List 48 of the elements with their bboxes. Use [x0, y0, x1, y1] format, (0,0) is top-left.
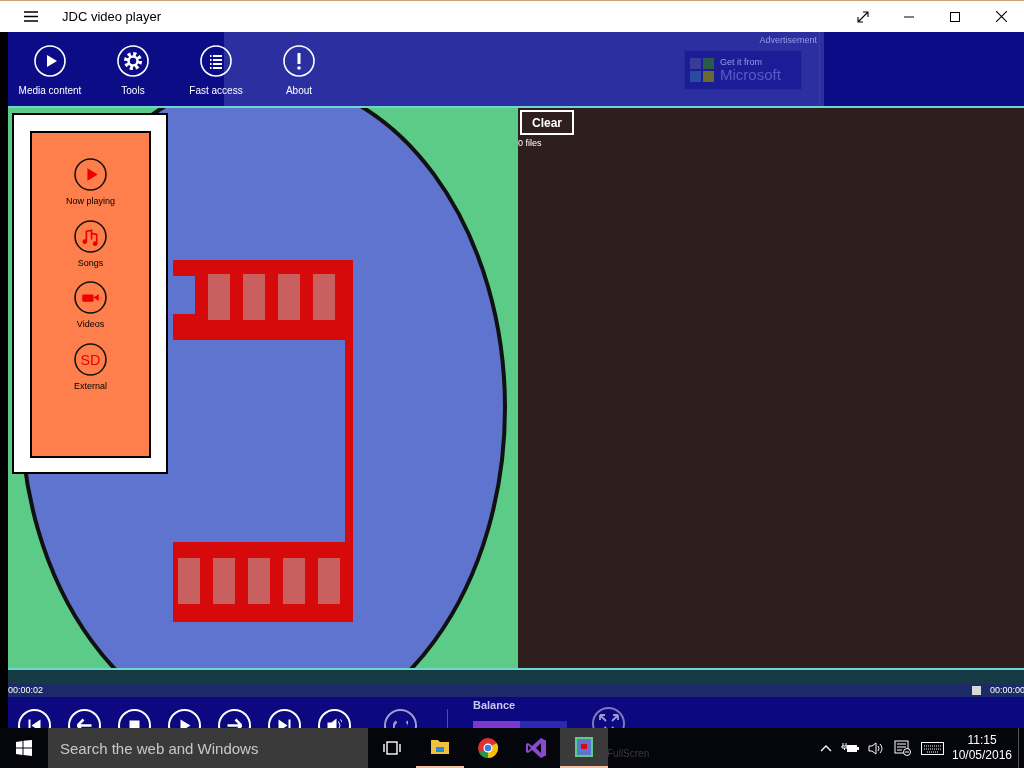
badge-caption: Get it from — [720, 58, 763, 67]
menu-item[interactable]: Now playing — [66, 158, 115, 209]
menu-item[interactable]: Songs — [74, 219, 107, 270]
fullscreen-icon — [597, 712, 620, 728]
windows-logo-icon — [690, 58, 714, 82]
clear-button[interactable]: Clear — [520, 110, 575, 135]
balance-label: Balance — [473, 698, 517, 713]
remaining-time: 00:00:00 — [990, 683, 1024, 697]
minimize-icon — [904, 15, 914, 18]
advertisement-label: Advertisement — [759, 34, 818, 47]
list-icon — [200, 45, 232, 77]
taskbar-app-button[interactable] — [560, 728, 608, 768]
expand-icon — [857, 10, 869, 23]
maximize-icon — [950, 11, 960, 22]
chevron-up-icon[interactable] — [820, 744, 832, 752]
keyboard-icon[interactable] — [921, 741, 944, 755]
music-note-icon — [74, 219, 107, 253]
windows-logo-icon — [16, 740, 32, 756]
notification-icon[interactable] — [894, 740, 912, 756]
balance-slider-track[interactable] — [473, 720, 567, 728]
clock-date: 10/05/2016 — [951, 748, 1013, 763]
chrome-icon — [476, 735, 500, 761]
file-count: 0 files — [518, 137, 542, 150]
store-badge[interactable]: Get it from Microsoft — [684, 50, 802, 90]
play-icon — [34, 45, 66, 77]
settings-icon — [117, 45, 149, 77]
exclamation-icon — [283, 45, 315, 77]
menu-icon — [24, 11, 38, 22]
toolbar-button[interactable]: Fast access — [174, 45, 258, 98]
menu-item[interactable]: Videos — [74, 281, 107, 332]
search-field[interactable]: Search the web and Windows — [48, 728, 368, 768]
app-icon — [572, 734, 596, 760]
menu-item[interactable]: SD External — [74, 342, 107, 393]
visual-studio-icon — [524, 735, 548, 761]
speaker-icon[interactable] — [868, 741, 885, 755]
clock-time: 11:15 — [967, 733, 997, 748]
battery-plug-icon[interactable] — [841, 742, 859, 754]
video-camera-icon — [74, 281, 107, 314]
toolbar-button[interactable]: Media content — [8, 45, 92, 98]
badge-title: Microsoft — [720, 67, 781, 82]
elapsed-time: 00:00:02 — [8, 683, 42, 697]
progress-thumb[interactable] — [971, 686, 981, 695]
toolbar-button[interactable]: Tools — [92, 45, 174, 98]
close-icon — [995, 11, 1007, 22]
play-icon — [74, 158, 107, 191]
window-title: JDC video player — [62, 7, 161, 26]
toolbar-button[interactable]: About — [258, 45, 340, 98]
sd-card-icon: SD — [74, 342, 107, 376]
